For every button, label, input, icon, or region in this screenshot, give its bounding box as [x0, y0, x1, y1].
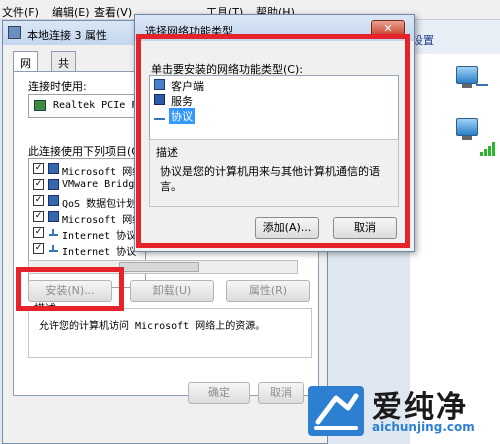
dialog-title: 本地连接 3 属性 — [27, 29, 107, 42]
ok-button[interactable]: 确定 — [188, 382, 250, 404]
component-checkbox[interactable]: ✓ — [33, 243, 44, 254]
protocol-icon — [48, 227, 59, 238]
list-item[interactable]: ✓ Internet 协议 — [29, 225, 145, 242]
adapter-name: Realtek PCIe FE — [53, 100, 144, 111]
tab-network[interactable]: 网络 — [13, 51, 38, 86]
settings-link[interactable]: 设置 — [412, 32, 434, 48]
service-icon — [48, 211, 59, 222]
menu-view[interactable]: 查看(V) — [94, 4, 132, 20]
service-icon — [48, 179, 59, 190]
component-properties-button[interactable]: 属性(R) — [226, 280, 310, 302]
component-description-box: 允许您的计算机访问 Microsoft 网络上的资源。 — [28, 308, 312, 358]
list-item[interactable]: ✓ Internet 协议 — [29, 241, 145, 258]
items-label: 此连接使用下列项目(O): — [28, 145, 148, 158]
install-highlight-box — [16, 267, 124, 311]
component-checkbox[interactable]: ✓ — [33, 195, 44, 206]
list-item[interactable]: ✓ VMware Bridge — [29, 177, 145, 192]
watermark-url: aichunjing.com — [372, 420, 475, 434]
signal-bars-icon — [480, 142, 498, 156]
tab-sharing[interactable]: 共享 — [51, 51, 76, 86]
cancel-button[interactable]: 取消 — [258, 382, 304, 404]
client-icon — [48, 163, 59, 174]
component-checkbox[interactable]: ✓ — [33, 179, 44, 190]
select-dialog-highlight-box — [136, 34, 410, 248]
network-adapter-icon — [8, 26, 21, 39]
menu-file[interactable]: 文件(F) — [2, 4, 39, 20]
component-description-text: 允许您的计算机访问 Microsoft 网络上的资源。 — [39, 321, 266, 332]
service-icon — [48, 195, 59, 206]
list-item[interactable]: ✓ Microsoft 网络 — [29, 209, 145, 226]
menu-edit[interactable]: 编辑(E) — [52, 4, 90, 20]
component-checkbox[interactable]: ✓ — [33, 211, 44, 222]
connect-using-label: 连接时使用: — [28, 80, 87, 93]
uninstall-button[interactable]: 卸载(U) — [130, 280, 214, 302]
adapter-icon — [34, 100, 46, 111]
scrollbar-thumb[interactable] — [119, 262, 199, 272]
protocol-icon — [48, 243, 59, 254]
component-checkbox[interactable]: ✓ — [33, 227, 44, 238]
watermark-logo-icon — [308, 386, 364, 436]
component-checkbox[interactable]: ✓ — [33, 163, 44, 174]
network-connection-icon[interactable] — [456, 66, 488, 92]
network-connection-icon[interactable] — [456, 118, 486, 144]
list-item[interactable]: ✓ QoS 数据包计划 — [29, 193, 145, 210]
list-item[interactable]: ✓ Microsoft 网络 — [29, 161, 145, 178]
